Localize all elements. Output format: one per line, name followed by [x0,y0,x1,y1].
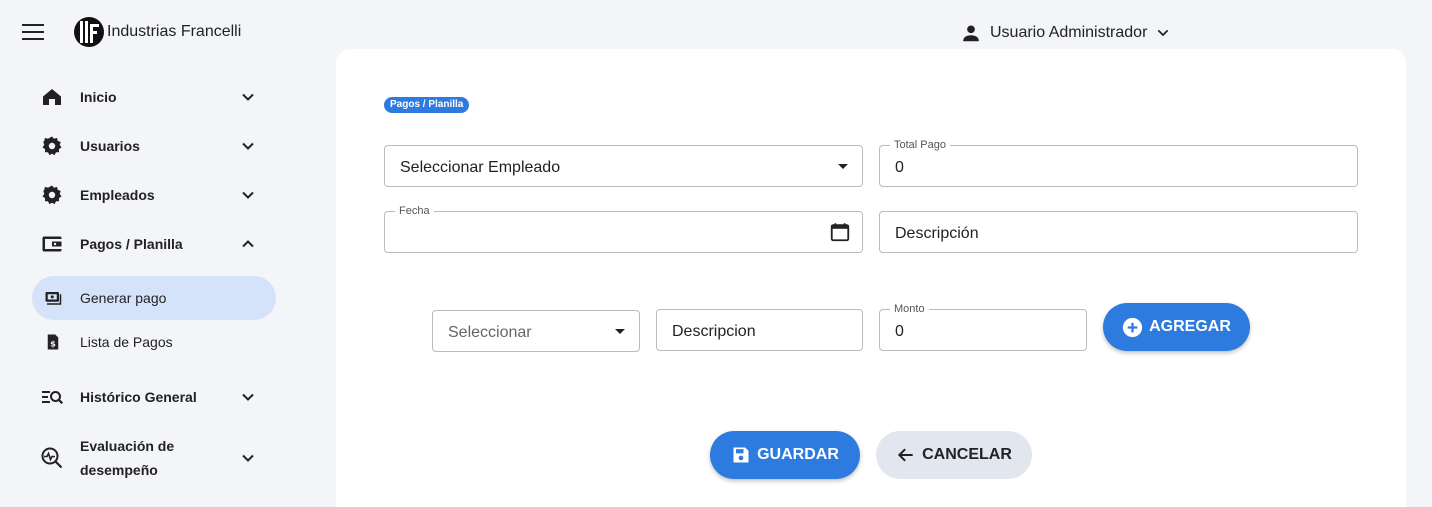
guardar-button-label: GUARDAR [757,446,839,463]
main-card: Pagos / Planilla Seleccionar Empleado To… [336,49,1406,507]
user-menu[interactable]: Usuario Administrador [950,16,1180,50]
chevron-down-icon [242,142,254,150]
total-pago-field[interactable]: Total Pago 0 [879,138,1358,187]
item-select-value: Seleccionar [448,324,532,341]
cancelar-button-label: CANCELAR [922,446,1012,463]
monto-label: Monto [890,302,929,316]
brand-name: Industrias Francelli [107,23,242,40]
sidebar-item-label: Inicio [80,89,117,105]
sidebar-subitem-label: Generar pago [80,290,167,306]
sidebar-item-label: Usuarios [80,138,140,154]
chevron-up-icon [242,240,254,248]
sidebar-item-historico-general[interactable]: Histórico General [32,375,276,419]
user-name: Usuario Administrador [990,24,1148,41]
gear-icon [42,185,62,205]
fecha-label: Fecha [395,204,434,218]
company-logo [74,17,104,47]
sidebar-subitem-generar-pago[interactable]: Generar pago [32,276,276,320]
sidebar-item-label: Pagos / Planilla [80,236,183,252]
chevron-down-icon [242,454,254,462]
agregar-button-label: AGREGAR [1149,318,1231,335]
svg-text:$: $ [50,339,56,349]
sidebar-item-evaluacion-desempeno[interactable]: Evaluación de desempeño [32,434,276,482]
monto-field[interactable]: Monto 0 [879,302,1087,351]
total-pago-label: Total Pago [890,138,950,152]
calendar-icon[interactable] [829,221,851,243]
sidebar-item-inicio[interactable]: Inicio [32,75,276,119]
search-pulse-icon [41,447,63,469]
sidebar-item-label: Evaluación de [80,438,175,454]
dropdown-arrow-icon [838,164,848,169]
chevron-down-icon [242,191,254,199]
employee-select-value: Seleccionar Empleado [400,159,561,176]
payment-icon [45,292,62,305]
gear-icon [42,136,62,156]
user-icon [963,25,979,42]
breadcrumb: Pagos / Planilla [384,97,470,113]
search-list-icon [42,391,64,405]
item-select[interactable]: Seleccionar [432,310,640,352]
save-icon [733,447,749,463]
sidebar-subitem-lista-de-pagos[interactable]: $ Lista de Pagos [32,320,276,364]
add-circle-icon [1122,317,1143,337]
sidebar-item-empleados[interactable]: Empleados [32,173,276,217]
sidebar-item-label: Histórico General [80,389,197,405]
monto-value: 0 [895,323,904,340]
receipt-icon: $ [47,334,59,350]
item-descripcion-placeholder: Descripcion [672,323,756,340]
sidebar-item-usuarios[interactable]: Usuarios [32,124,276,168]
total-pago-value: 0 [895,159,904,176]
home-icon [43,89,61,105]
menu-icon[interactable] [22,24,44,42]
arrow-left-icon [898,448,913,462]
wallet-icon [42,236,62,252]
agregar-button[interactable]: AGREGAR [1103,303,1250,351]
descripcion-field[interactable]: Descripción [879,211,1358,253]
guardar-button[interactable]: GUARDAR [710,431,860,479]
cancelar-button[interactable]: CANCELAR [876,431,1032,479]
sidebar-item-pagos-planilla[interactable]: Pagos / Planilla [32,222,276,266]
sidebar-subitem-label: Lista de Pagos [80,334,173,350]
item-descripcion-field[interactable]: Descripcion [656,309,863,351]
chevron-down-icon [1158,29,1169,37]
sidebar-item-label: Empleados [80,187,155,203]
chevron-down-icon [242,93,254,101]
descripcion-placeholder: Descripción [895,225,979,242]
dropdown-arrow-icon [615,329,625,334]
fecha-field[interactable]: Fecha [384,204,863,253]
employee-select[interactable]: Seleccionar Empleado [384,145,863,187]
chevron-down-icon [242,393,254,401]
sidebar-item-label-line2: desempeño [80,462,158,478]
